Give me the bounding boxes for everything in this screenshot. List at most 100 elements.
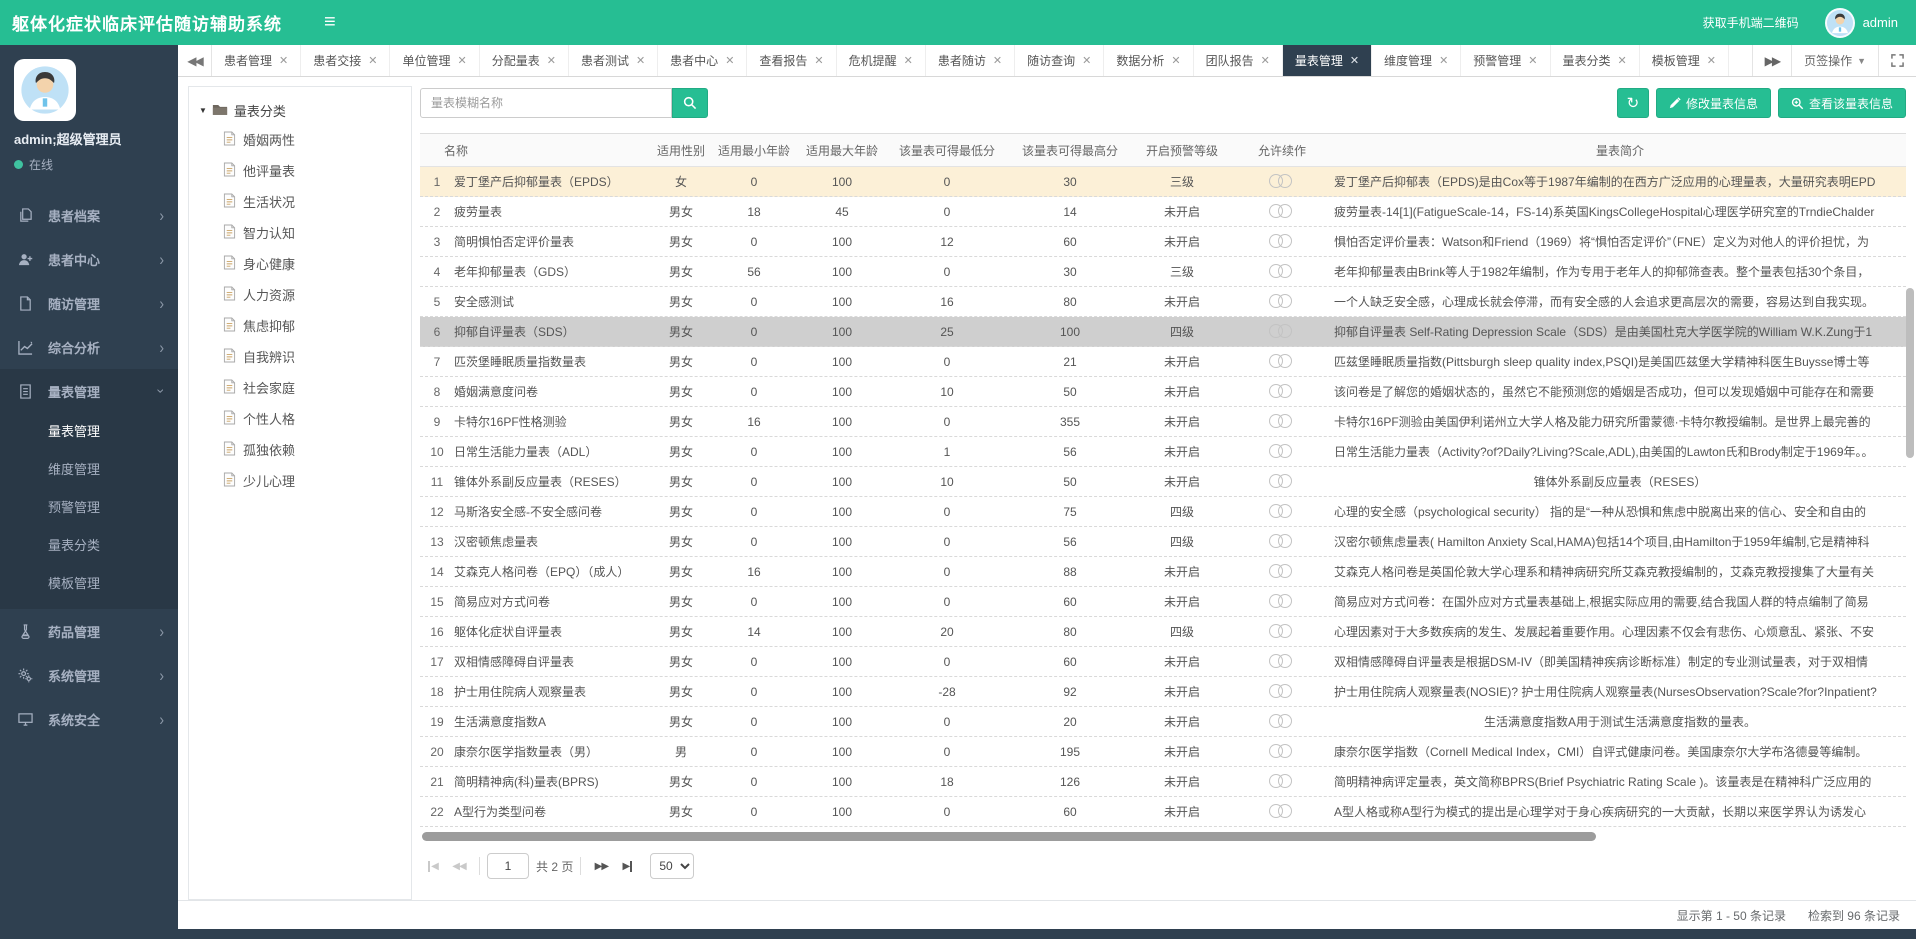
table-row[interactable]: 9卡特尔16PF性格测验男女161000355未开启卡特尔16PF测验由美国伊利… xyxy=(420,407,1906,437)
view-scale-button[interactable]: 查看该量表信息 xyxy=(1778,88,1906,118)
vscroll-thumb[interactable] xyxy=(1906,288,1914,458)
toggle-off-icon[interactable] xyxy=(1269,594,1296,609)
toggle-off-icon[interactable] xyxy=(1269,324,1296,339)
user-avatar[interactable] xyxy=(1825,8,1855,38)
profile-avatar[interactable] xyxy=(14,59,76,121)
tab-患者交接[interactable]: 患者交接✕ xyxy=(301,45,390,76)
tab-close-icon[interactable]: ✕ xyxy=(1707,54,1716,67)
table-row[interactable]: 17双相情感障碍自评量表男女0100060未开启双相情感障碍自评量表是根据DSM… xyxy=(420,647,1906,677)
tab-close-icon[interactable]: ✕ xyxy=(547,54,556,67)
tab-单位管理[interactable]: 单位管理✕ xyxy=(390,45,479,76)
prev-page-button[interactable]: ◀◀ xyxy=(446,853,472,879)
table-row[interactable]: 7匹茨堡睡眠质量指数量表男女0100021未开启匹兹堡睡眠质量指数(Pittsb… xyxy=(420,347,1906,377)
table-row[interactable]: 3简明惧怕否定评价量表男女01001260未开启惧怕否定评价量表：Watson和… xyxy=(420,227,1906,257)
tab-数据分析[interactable]: 数据分析✕ xyxy=(1104,45,1193,76)
table-row[interactable]: 4老年抑郁量表（GDS）男女56100030三级老年抑郁量表由Brink等人于1… xyxy=(420,257,1906,287)
sidebar-item-系统管理[interactable]: 系统管理› xyxy=(0,653,178,697)
tree-root-scale-category[interactable]: ▼ 量表分类 xyxy=(199,101,401,120)
tree-item-自我辨识[interactable]: 自我辨识 xyxy=(199,341,401,372)
tree-item-少儿心理[interactable]: 少儿心理 xyxy=(199,465,401,496)
tree-item-生活状况[interactable]: 生活状况 xyxy=(199,186,401,217)
table-row[interactable]: 15简易应对方式问卷男女0100060未开启简易应对方式问卷：在国外应对方式量表… xyxy=(420,587,1906,617)
tabs-scroll-left-icon[interactable]: ◀◀ xyxy=(178,45,212,76)
submenu-item-预警管理[interactable]: 预警管理 xyxy=(0,489,178,527)
table-row[interactable]: 1爱丁堡产后抑郁量表（EPDS）女0100030三级爱丁堡产后抑郁表（EPDS)… xyxy=(420,167,1906,197)
sidebar-item-患者档案[interactable]: 患者档案› xyxy=(0,193,178,237)
table-row[interactable]: 8婚姻满意度问卷男女01001050未开启该问卷是了解您的婚姻状态的，虽然它不能… xyxy=(420,377,1906,407)
tab-患者中心[interactable]: 患者中心✕ xyxy=(658,45,747,76)
table-row[interactable]: 13汉密顿焦虑量表男女0100056四级汉密尔顿焦虑量表( Hamilton A… xyxy=(420,527,1906,557)
tab-团队报告[interactable]: 团队报告✕ xyxy=(1194,45,1283,76)
fullscreen-icon[interactable] xyxy=(1878,45,1916,76)
toggle-off-icon[interactable] xyxy=(1269,504,1296,519)
column-header-适用最大年龄[interactable]: 适用最大年龄 xyxy=(796,142,888,159)
tab-close-icon[interactable]: ✕ xyxy=(1528,54,1537,67)
table-row[interactable]: 10日常生活能力量表（ADL）男女0100156未开启日常生活能力量表（Acti… xyxy=(420,437,1906,467)
first-page-button[interactable]: ◀ xyxy=(420,853,446,879)
next-page-button[interactable]: ▶▶ xyxy=(588,853,614,879)
toggle-off-icon[interactable] xyxy=(1269,684,1296,699)
tree-item-孤独依赖[interactable]: 孤独依赖 xyxy=(199,434,401,465)
table-row[interactable]: 12马斯洛安全感-不安全感问卷男女0100075四级心理的安全感（psychol… xyxy=(420,497,1906,527)
qr-code-link[interactable]: 获取手机端二维码 xyxy=(1703,14,1799,31)
toggle-off-icon[interactable] xyxy=(1269,414,1296,429)
table-row[interactable]: 16躯体化症状自评量表男女141002080四级心理因素对于大多数疾病的发生、发… xyxy=(420,617,1906,647)
column-header-名称[interactable]: 名称 xyxy=(420,142,650,159)
table-row[interactable]: 19生活满意度指数A男女0100020未开启生活满意度指数A用于测试生活满意度指… xyxy=(420,707,1906,737)
tab-close-icon[interactable]: ✕ xyxy=(1261,54,1270,67)
column-header-该量表可得最低分[interactable]: 该量表可得最低分 xyxy=(888,142,1006,159)
table-row[interactable]: 14艾森克人格问卷（EPQ）（成人）男女16100088未开启艾森克人格问卷是英… xyxy=(420,557,1906,587)
tab-ops-dropdown[interactable]: 页签操作 ▼ xyxy=(1791,45,1878,76)
table-row[interactable]: 20康奈尔医学指数量表（男）男01000195未开启康奈尔医学指数（Cornel… xyxy=(420,737,1906,767)
tab-模板管理[interactable]: 模板管理✕ xyxy=(1640,45,1729,76)
submenu-item-量表分类[interactable]: 量表分类 xyxy=(0,527,178,565)
tab-close-icon[interactable]: ✕ xyxy=(636,54,645,67)
tree-item-他评量表[interactable]: 他评量表 xyxy=(199,155,401,186)
toggle-off-icon[interactable] xyxy=(1269,654,1296,669)
sidebar-item-药品管理[interactable]: 药品管理› xyxy=(0,609,178,653)
sidebar-item-量表管理[interactable]: 量表管理› xyxy=(0,369,178,413)
column-header-该量表可得最高分[interactable]: 该量表可得最高分 xyxy=(1006,142,1134,159)
column-header-适用最小年龄[interactable]: 适用最小年龄 xyxy=(712,142,796,159)
submenu-item-维度管理[interactable]: 维度管理 xyxy=(0,451,178,489)
table-row[interactable]: 18护士用住院病人观察量表男女0100-2892未开启护士用住院病人观察量表(N… xyxy=(420,677,1906,707)
edit-scale-button[interactable]: 修改量表信息 xyxy=(1656,88,1771,118)
tab-患者管理[interactable]: 患者管理✕ xyxy=(212,45,301,76)
tab-close-icon[interactable]: ✕ xyxy=(993,54,1002,67)
search-input[interactable] xyxy=(420,88,672,118)
tab-close-icon[interactable]: ✕ xyxy=(1350,54,1359,67)
submenu-item-量表管理[interactable]: 量表管理 xyxy=(0,413,178,451)
tree-item-社会家庭[interactable]: 社会家庭 xyxy=(199,372,401,403)
sidebar-item-患者中心[interactable]: 患者中心› xyxy=(0,237,178,281)
vertical-scrollbar[interactable] xyxy=(1906,288,1914,848)
tab-close-icon[interactable]: ✕ xyxy=(1439,54,1448,67)
tree-expand-caret-icon[interactable]: ▼ xyxy=(199,106,207,115)
submenu-item-模板管理[interactable]: 模板管理 xyxy=(0,565,178,603)
tab-close-icon[interactable]: ✕ xyxy=(725,54,734,67)
toggle-off-icon[interactable] xyxy=(1269,234,1296,249)
username[interactable]: admin xyxy=(1863,15,1898,30)
table-row[interactable]: 22A型行为类型问卷男女0100060未开启A型人格或称A型行为模式的提出是心理… xyxy=(420,797,1906,827)
tab-患者测试[interactable]: 患者测试✕ xyxy=(569,45,658,76)
toggle-off-icon[interactable] xyxy=(1269,534,1296,549)
tab-close-icon[interactable]: ✕ xyxy=(1171,54,1180,67)
tree-item-智力认知[interactable]: 智力认知 xyxy=(199,217,401,248)
horizontal-scrollbar[interactable] xyxy=(420,831,1906,843)
toggle-off-icon[interactable] xyxy=(1269,474,1296,489)
toggle-off-icon[interactable] xyxy=(1269,384,1296,399)
tab-患者随访[interactable]: 患者随访✕ xyxy=(926,45,1015,76)
table-row[interactable]: 6抑郁自评量表（SDS）男女010025100四级抑郁自评量表 Self-Rat… xyxy=(420,317,1906,347)
hamburger-icon[interactable]: ≡ xyxy=(324,11,336,34)
tree-item-婚姻两性[interactable]: 婚姻两性 xyxy=(199,124,401,155)
sidebar-item-系统安全[interactable]: 系统安全› xyxy=(0,697,178,741)
toggle-off-icon[interactable] xyxy=(1269,354,1296,369)
sidebar-item-随访管理[interactable]: 随访管理› xyxy=(0,281,178,325)
toggle-off-icon[interactable] xyxy=(1269,204,1296,219)
page-number-input[interactable] xyxy=(487,853,529,879)
column-header-适用性别[interactable]: 适用性别 xyxy=(650,142,712,159)
tab-查看报告[interactable]: 查看报告✕ xyxy=(747,45,836,76)
tree-item-个性人格[interactable]: 个性人格 xyxy=(199,403,401,434)
table-row[interactable]: 5安全感测试男女01001680未开启一个人缺乏安全感，心理成长就会停滞，而有安… xyxy=(420,287,1906,317)
tab-维度管理[interactable]: 维度管理✕ xyxy=(1372,45,1461,76)
table-row[interactable]: 11锥体外系副反应量表（RESES）男女01001050未开启锥体外系副反应量表… xyxy=(420,467,1906,497)
